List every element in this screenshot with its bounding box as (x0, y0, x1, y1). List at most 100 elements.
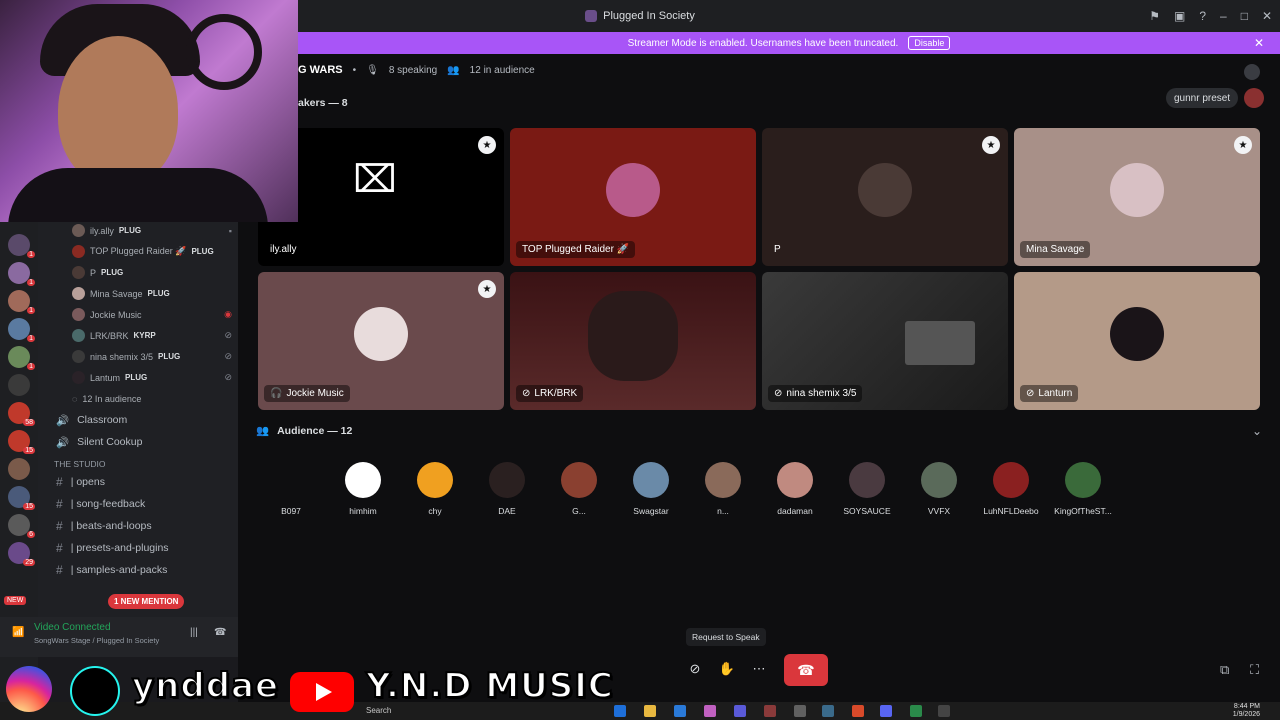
server-icon[interactable]: 15 (8, 430, 35, 454)
voice-user[interactable]: Lantum PLUG ⊘ (38, 367, 238, 388)
app-icon[interactable] (764, 705, 776, 717)
voice-user[interactable]: Mina Savage PLUG (38, 283, 238, 304)
server-icon[interactable]: 1 (8, 318, 35, 342)
channel-song-feedback[interactable]: # | song-feedback (38, 493, 238, 515)
avatar (72, 350, 85, 363)
audience-member[interactable]: dadaman (762, 462, 828, 516)
deafened-icon: ◉ (224, 309, 232, 319)
raise-hand-icon[interactable]: ✋ (714, 656, 740, 682)
audience-member[interactable]: Swagstar (618, 462, 684, 516)
disconnect-icon[interactable]: ☎ (214, 627, 226, 638)
clock[interactable]: 8:44 PM 1/9/2026 (1233, 703, 1260, 719)
members-icon[interactable] (1244, 64, 1260, 80)
minimize-icon[interactable]: – (1220, 9, 1227, 23)
server-icon[interactable]: 1 (8, 290, 35, 314)
audience-member[interactable]: KingOfTheST... (1050, 462, 1116, 516)
voice-status: Video Connected (34, 622, 111, 633)
app-icon[interactable] (734, 705, 746, 717)
server-icon[interactable]: 1 (8, 346, 35, 370)
avatar (345, 462, 381, 498)
people-icon: 👥 (447, 64, 460, 76)
maximize-icon[interactable]: □ (1241, 9, 1248, 23)
audience-member[interactable]: himhim (330, 462, 396, 516)
voice-channel-classroom[interactable]: 🔊 Classroom (38, 409, 238, 431)
audience-member[interactable]: chy (402, 462, 468, 516)
audience-member[interactable]: n... (690, 462, 756, 516)
flag-icon[interactable]: ⚑ (1149, 9, 1160, 23)
voice-user[interactable]: TOP Plugged Raider 🚀 PLUG (38, 241, 238, 262)
popout-icon[interactable]: ⧉ (1220, 662, 1229, 678)
voice-user[interactable]: Jockie Music ◉ (38, 304, 238, 325)
speakers-heading: akers — 8 (298, 97, 348, 109)
app-icon[interactable] (822, 705, 834, 717)
speaker-tile[interactable]: ⊘ nina shemix 3/5 (762, 272, 1008, 410)
avatar[interactable] (1244, 88, 1264, 108)
app-icon[interactable] (794, 705, 806, 717)
more-options-icon[interactable]: ⋯ (746, 656, 772, 682)
app-icon[interactable] (938, 705, 950, 717)
server-icon[interactable] (8, 374, 30, 396)
avatar (993, 462, 1029, 498)
speaker-tile[interactable]: ⊘ LRK/BRK (510, 272, 756, 410)
screen-icon[interactable]: ▣ (1174, 9, 1185, 23)
tile-name: ⊘ LRK/BRK (516, 385, 584, 402)
avatar (921, 462, 957, 498)
voice-connected-panel: 📶 Video Connected SongWars Stage / Plugg… (0, 617, 238, 657)
speaker-tile[interactable]: TOP Plugged Raider 🚀 (510, 128, 756, 266)
mic-muted-icon[interactable]: ⊘ (682, 656, 708, 682)
server-icon[interactable] (8, 458, 30, 480)
window-title: Plugged In Society (585, 10, 695, 22)
server-icon[interactable]: 15 (8, 486, 35, 510)
discord-icon[interactable] (880, 705, 892, 717)
audience-member[interactable]: DAE (474, 462, 540, 516)
shirt (8, 168, 268, 222)
help-icon[interactable]: ? (1199, 9, 1206, 23)
folder-icon[interactable] (644, 705, 656, 717)
avatar (417, 462, 453, 498)
voice-user[interactable]: nina shemix 3/5 PLUG ⊘ (38, 346, 238, 367)
channel-opens[interactable]: # | opens (38, 471, 238, 493)
leave-stage-button[interactable]: ☎ (784, 654, 828, 686)
server-icon[interactable]: 29 (8, 542, 35, 566)
voice-user[interactable]: P PLUG (38, 262, 238, 283)
voice-location[interactable]: SongWars Stage / Plugged In Society (34, 636, 159, 645)
audience-count[interactable]: ◌ 12 In audience (38, 388, 238, 409)
speaker-tile[interactable]: ★ Mina Savage (1014, 128, 1260, 266)
voice-user[interactable]: ily.ally PLUG ▪ (38, 220, 238, 241)
preset-pill[interactable]: gunnr preset (1166, 88, 1239, 108)
speaker-tile[interactable]: ★ 🎧 Jockie Music (258, 272, 504, 410)
hash-icon: # (56, 475, 63, 489)
app-icon[interactable] (910, 705, 922, 717)
voice-user[interactable]: LRK/BRK KYRP ⊘ (38, 325, 238, 346)
new-mention-badge[interactable]: 1 NEW MENTION (108, 594, 185, 609)
audience-member[interactable]: SOYSAUCE (834, 462, 900, 516)
audience-member[interactable]: LuhNFLDeebo (978, 462, 1044, 516)
audience-member[interactable]: G... (546, 462, 612, 516)
audience-member[interactable]: B097 (258, 462, 324, 516)
app-icon[interactable] (704, 705, 716, 717)
noise-icon[interactable]: ||| (190, 627, 198, 638)
server-icon[interactable]: 58 (8, 402, 35, 426)
disable-button[interactable]: Disable (908, 36, 951, 50)
channel-presets-and-plugins[interactable]: # | presets-and-plugins (38, 537, 238, 559)
app-icon[interactable] (674, 705, 686, 717)
fullscreen-icon[interactable]: ⛶ (1250, 662, 1259, 678)
channel-samples-and-packs[interactable]: # | samples-and-packs (38, 559, 238, 581)
moderator-icon: ★ (478, 280, 496, 298)
server-icon[interactable]: 1 (8, 234, 35, 258)
avatar (606, 163, 660, 217)
chevron-down-icon[interactable]: ⌄ (1252, 424, 1262, 438)
speaker-tile[interactable]: ★ P (762, 128, 1008, 266)
server-icon[interactable]: 6 (8, 514, 35, 538)
category-the-studio[interactable]: THE STUDIO (38, 453, 238, 471)
close-icon[interactable]: ✕ (1262, 9, 1272, 23)
mic-muted-icon: ⊘ (1026, 388, 1035, 399)
audience-member[interactable]: VVFX (906, 462, 972, 516)
voice-channel-silent-cookup[interactable]: 🔊 Silent Cookup (38, 431, 238, 453)
moderator-icon: ★ (1234, 136, 1252, 154)
close-banner-icon[interactable]: ✕ (1254, 36, 1264, 50)
channel-beats-and-loops[interactable]: # | beats-and-loops (38, 515, 238, 537)
server-icon[interactable]: 1 (8, 262, 35, 286)
speaker-tile[interactable]: ⊘ Lanturn (1014, 272, 1260, 410)
app-icon[interactable] (852, 705, 864, 717)
